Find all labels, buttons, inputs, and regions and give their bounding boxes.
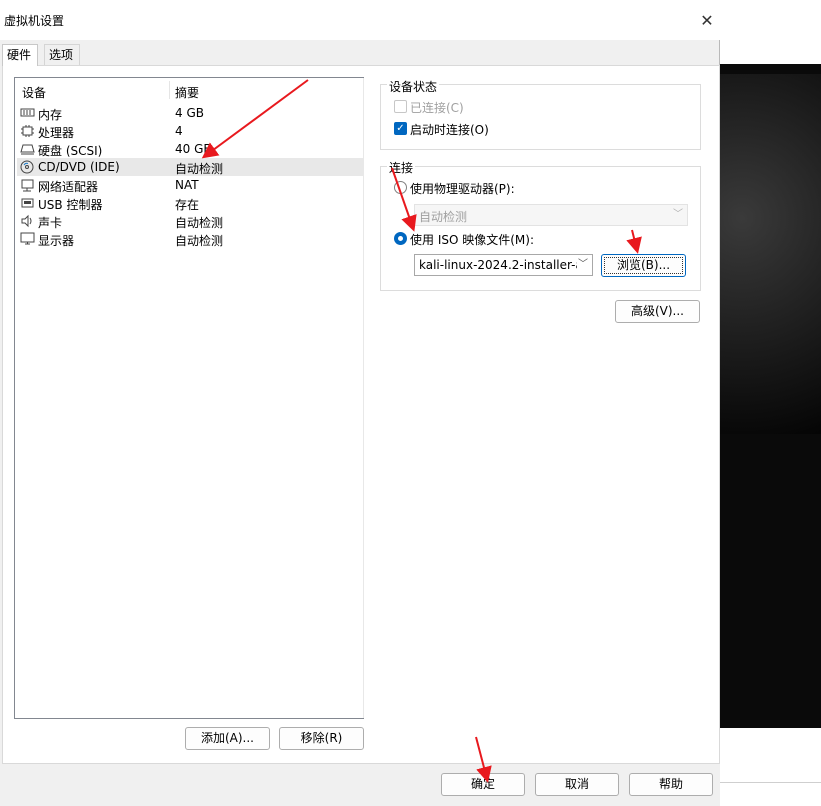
device-name: 内存: [38, 108, 63, 122]
vm-settings-dialog: 虚拟机设置 ✕ 硬件 选项 设备 摘要 内存 4 GB 处理器 4 硬盘 (SC…: [0, 0, 720, 806]
device-name: 硬盘 (SCSI): [38, 144, 103, 158]
chevron-down-icon: ﹀: [673, 209, 683, 220]
device-row-network[interactable]: 网络适配器 NAT: [17, 176, 363, 194]
physical-drive-value: 自动检测: [419, 210, 468, 224]
cd-dvd-icon: [20, 160, 36, 174]
device-name: 处理器: [38, 126, 75, 140]
device-summary: 4 GB: [175, 106, 204, 120]
connect-on-power-label: 启动时连接(O): [410, 123, 489, 137]
help-button[interactable]: 帮助: [629, 773, 713, 796]
tab-hardware[interactable]: 硬件: [2, 44, 38, 66]
device-name: 显示器: [38, 234, 75, 248]
sound-card-icon: [20, 214, 36, 228]
device-summary: 40 GB: [175, 142, 212, 156]
harddisk-icon: [20, 142, 36, 156]
dialog-footer: 确定 取消 帮助: [0, 764, 720, 806]
display-icon: [20, 232, 36, 246]
browse-button[interactable]: 浏览(B)...: [601, 254, 686, 277]
console-glow: [720, 74, 821, 434]
background-divider: [720, 782, 821, 783]
device-row-harddisk[interactable]: 硬盘 (SCSI) 40 GB: [17, 140, 363, 158]
device-row-processor[interactable]: 处理器 4: [17, 122, 363, 140]
chevron-down-icon: ﹀: [578, 259, 588, 270]
device-summary: NAT: [175, 178, 199, 192]
device-summary: 自动检测: [175, 216, 224, 230]
physical-drive-radio[interactable]: [394, 181, 407, 194]
tab-options[interactable]: 选项: [44, 44, 80, 65]
column-summary[interactable]: 摘要: [175, 84, 199, 101]
device-name: 网络适配器: [38, 180, 99, 194]
device-row-sound[interactable]: 声卡 自动检测: [17, 212, 363, 230]
device-row-memory[interactable]: 内存 4 GB: [17, 104, 363, 122]
device-list[interactable]: 设备 摘要 内存 4 GB 处理器 4 硬盘 (SCSI) 40 GB CD/D…: [14, 77, 364, 719]
column-separator[interactable]: [169, 81, 170, 99]
background-window: [720, 24, 821, 64]
connected-label: 已连接(C): [410, 101, 464, 115]
device-name: 声卡: [38, 216, 63, 230]
memory-icon: [20, 106, 36, 120]
usb-controller-icon: [20, 196, 36, 210]
vm-console-area: [720, 64, 821, 728]
iso-image-radio[interactable]: [394, 232, 407, 245]
device-name: CD/DVD (IDE): [38, 160, 120, 174]
device-name: USB 控制器: [38, 198, 103, 212]
iso-path-combo[interactable]: kali-linux-2024.2-installer-amd ﹀: [414, 254, 593, 276]
processor-icon: [20, 124, 36, 138]
device-row-display[interactable]: 显示器 自动检测: [17, 230, 363, 248]
iso-path-value: kali-linux-2024.2-installer-amd: [419, 258, 577, 272]
column-device[interactable]: 设备: [22, 84, 46, 101]
ok-button[interactable]: 确定: [441, 773, 525, 796]
advanced-button[interactable]: 高级(V)...: [615, 300, 700, 323]
device-summary: 存在: [175, 198, 200, 212]
connection-title: 连接: [387, 159, 416, 176]
dialog-title: 虚拟机设置: [4, 14, 65, 28]
device-status-title: 设备状态: [387, 78, 440, 95]
iso-image-label: 使用 ISO 映像文件(M):: [410, 233, 534, 247]
physical-drive-label: 使用物理驱动器(P):: [410, 182, 515, 196]
connected-checkbox[interactable]: [394, 100, 407, 113]
device-row-cd-dvd[interactable]: CD/DVD (IDE) 自动检测: [17, 158, 363, 176]
device-row-usb[interactable]: USB 控制器 存在: [17, 194, 363, 212]
connect-on-power-checkbox[interactable]: ✓: [394, 122, 407, 135]
device-list-header: 设备 摘要: [15, 78, 363, 100]
device-summary: 自动检测: [175, 234, 224, 248]
device-summary: 4: [175, 124, 183, 138]
add-device-button[interactable]: 添加(A)...: [185, 727, 270, 750]
device-summary: 自动检测: [175, 162, 224, 176]
title-bar: 虚拟机设置 ✕: [0, 0, 720, 40]
remove-device-button[interactable]: 移除(R): [279, 727, 364, 750]
list-edge: [363, 78, 364, 718]
cancel-button[interactable]: 取消: [535, 773, 619, 796]
physical-drive-select[interactable]: 自动检测 ﹀: [414, 204, 688, 226]
close-icon[interactable]: ✕: [696, 10, 718, 32]
network-adapter-icon: [20, 178, 36, 192]
